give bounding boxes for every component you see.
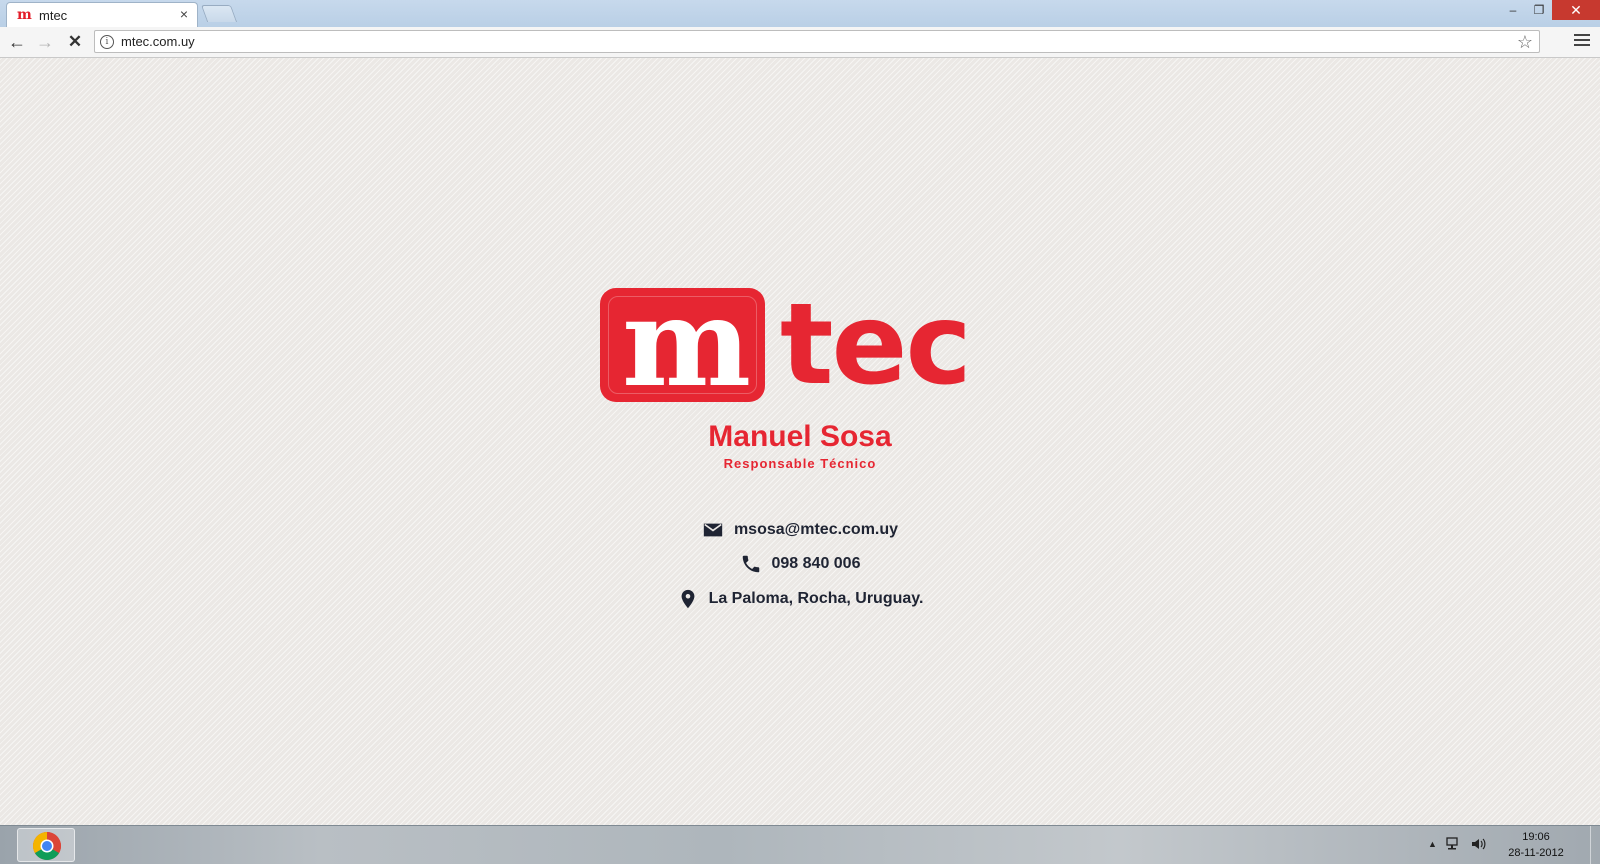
logo-red-box: m	[600, 270, 765, 414]
tab-close-icon[interactable]: ×	[180, 6, 188, 22]
window-minimize-button[interactable]: –	[1500, 0, 1526, 20]
network-icon[interactable]	[1446, 836, 1462, 852]
contact-location-row: La Paloma, Rocha, Uruguay.	[600, 587, 1000, 611]
os-taskbar: ▲ 19:06 28-11-2012	[0, 825, 1600, 864]
tab-favicon-icon: m	[17, 7, 32, 23]
url-text[interactable]: mtec.com.uy	[121, 34, 195, 49]
stop-loading-icon[interactable]: ✕	[64, 31, 86, 53]
contact-location: La Paloma, Rocha, Uruguay.	[708, 590, 924, 607]
browser-titlebar: m mtec × – ❐ ✕	[0, 0, 1600, 27]
window-close-button[interactable]: ✕	[1552, 0, 1600, 20]
browser-tab-active[interactable]: m mtec ×	[6, 2, 198, 27]
mtec-logo: m tec	[600, 270, 1002, 414]
browser-toolbar: ← → ✕ i mtec.com.uy ☆	[0, 27, 1600, 58]
location-pin-icon	[681, 589, 694, 609]
browser-menu-icon[interactable]	[1574, 34, 1590, 48]
tab-title: mtec	[39, 8, 68, 23]
contact-phone-row: 098 840 006	[600, 552, 1000, 576]
site-info-icon[interactable]: i	[100, 35, 114, 49]
phone-icon	[742, 555, 759, 573]
taskbar-clock[interactable]: 19:06 28-11-2012	[1500, 829, 1572, 861]
window-restore-button[interactable]: ❐	[1526, 0, 1552, 20]
contact-phone[interactable]: 098 840 006	[772, 555, 861, 573]
clock-date: 28-11-2012	[1508, 847, 1564, 859]
new-tab-button[interactable]	[200, 5, 238, 22]
show-desktop-button[interactable]	[1590, 826, 1600, 864]
address-bar[interactable]: i mtec.com.uy ☆	[94, 30, 1540, 53]
logo-boxed-letter: m	[621, 270, 751, 414]
person-role: Responsable Técnico	[723, 456, 877, 471]
taskbar-chrome-button[interactable]	[17, 828, 75, 862]
chrome-icon	[33, 832, 61, 860]
speaker-volume-icon[interactable]	[1470, 836, 1488, 852]
tray-expand-arrow-icon[interactable]: ▲	[1428, 839, 1437, 849]
back-arrow-icon[interactable]: ←	[6, 31, 28, 53]
page-content: m tec Manuel Sosa Responsable Técnico ms…	[0, 58, 1600, 825]
clock-time: 19:06	[1522, 831, 1550, 843]
contact-email[interactable]: msosa@mtec.com.uy	[734, 521, 898, 539]
contact-email-row: msosa@mtec.com.uy	[600, 518, 1000, 542]
logo-wordmark: tec	[780, 280, 972, 410]
forward-arrow-icon[interactable]: →	[34, 31, 56, 53]
mail-icon	[703, 523, 723, 537]
person-name: Manuel Sosa	[708, 420, 892, 453]
bookmark-star-icon[interactable]: ☆	[1517, 31, 1533, 53]
